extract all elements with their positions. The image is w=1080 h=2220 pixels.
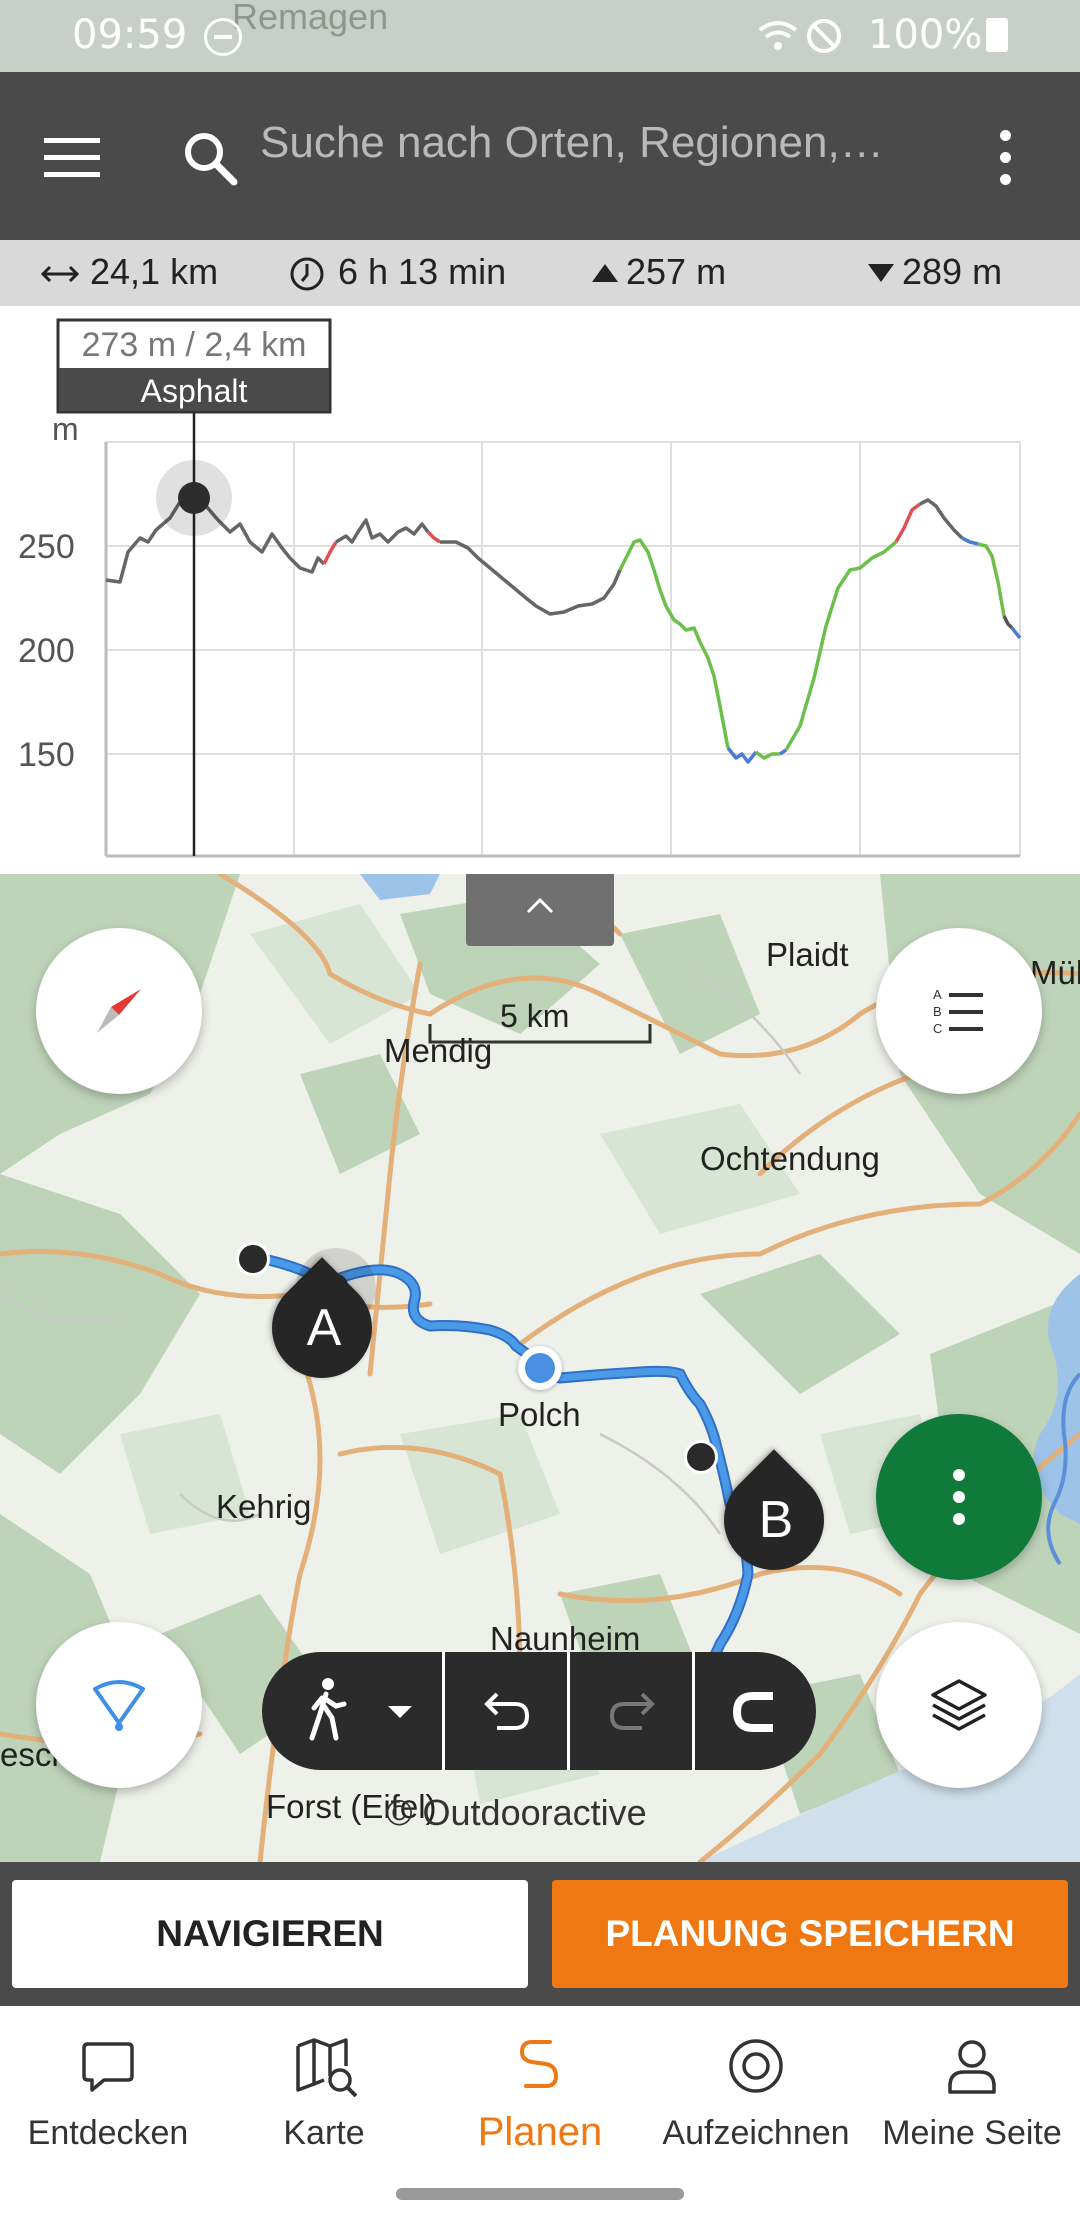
snap-to-route-button[interactable] [695, 1652, 816, 1770]
dropdown-arrow-icon [388, 1706, 412, 1718]
route-waypoint[interactable] [236, 1242, 270, 1276]
battery-icon [986, 18, 1008, 52]
search-input[interactable]: Suche nach Orten, Regionen,… [260, 118, 884, 168]
hiking-icon [309, 1678, 347, 1741]
stat-duration: 6 h 13 min [338, 251, 507, 292]
stat-descent: 289 m [902, 251, 1003, 292]
clock-icon [290, 257, 324, 291]
place-polch: Polch [498, 1396, 581, 1433]
ascent-icon [592, 264, 618, 282]
magnet-icon [733, 1692, 773, 1732]
battery-percent: 100% [868, 12, 983, 58]
map-view[interactable]: 5 km Mendig Plaidt Mülh Ochtendung Polch… [0, 874, 1080, 1862]
map-search-icon [296, 2038, 358, 2098]
profile-icon [948, 2040, 996, 2094]
descent-icon [868, 264, 894, 282]
nav-label: Aufzeichnen [662, 2114, 850, 2152]
undo-button[interactable] [445, 1652, 567, 1770]
redo-button[interactable] [570, 1652, 692, 1770]
svg-text:C: C [933, 1021, 942, 1036]
stat-distance: 24,1 km [90, 251, 219, 292]
map-attribution: © Outdooractive [386, 1792, 647, 1833]
elevation-profile-chart[interactable]: m 250 200 150 273 m / 2,4 km Asphalt [0, 306, 1080, 874]
place-plaidt: Plaidt [766, 936, 849, 973]
redo-icon [609, 1692, 655, 1730]
compass-button[interactable] [36, 928, 202, 1094]
chevron-up-icon [526, 897, 554, 914]
distance-icon [40, 265, 80, 283]
tooltip-surface: Asphalt [141, 373, 248, 409]
compass-icon [97, 989, 141, 1033]
status-time: 09:59 [72, 12, 188, 58]
do-not-disturb-icon [204, 18, 242, 56]
routing-toolbar [262, 1652, 816, 1770]
profile-cursor-dot[interactable] [178, 482, 210, 514]
view-cone-button[interactable] [36, 1622, 202, 1788]
save-plan-button[interactable]: PLANUNG SPEICHERN [552, 1880, 1068, 1988]
elevation-line [105, 492, 1022, 764]
more-actions-button[interactable] [876, 1414, 1042, 1580]
vertical-dots-icon [953, 1469, 965, 1525]
place-ochtendung: Ochtendung [700, 1140, 880, 1177]
waypoint-list-button[interactable]: A B C [876, 928, 1042, 1094]
stat-ascent: 257 m [626, 251, 727, 292]
nav-planen[interactable]: Planen [432, 2030, 648, 2160]
home-indicator[interactable] [396, 2188, 684, 2200]
overflow-menu-icon[interactable] [996, 130, 1016, 186]
view-cone-icon [93, 1680, 145, 1731]
search-icon[interactable] [180, 128, 240, 188]
nav-label: Entdecken [27, 2114, 189, 2152]
route-waypoint[interactable] [684, 1440, 718, 1474]
y-tick-250: 250 [18, 528, 75, 566]
activity-type-selector[interactable] [262, 1652, 442, 1770]
place-kehrig: Kehrig [216, 1488, 312, 1525]
end-marker-label: B [758, 1491, 794, 1549]
start-marker-label: A [306, 1299, 342, 1357]
svg-text:A: A [933, 987, 942, 1002]
map-layers-button[interactable] [876, 1622, 1042, 1788]
layers-icon [931, 1679, 987, 1731]
y-tick-200: 200 [18, 632, 75, 670]
collapse-profile-button[interactable] [466, 874, 614, 946]
tooltip-elevation-distance: 273 m / 2,4 km [82, 326, 307, 364]
chat-bubble-icon [82, 2042, 134, 2092]
undo-icon [484, 1692, 530, 1730]
record-icon [729, 2039, 783, 2093]
nav-meine-seite[interactable]: Meine Seite [864, 2030, 1080, 2160]
status-background-town: Remagen [232, 0, 389, 37]
status-bar: Remagen 09:59 100% [0, 0, 1080, 72]
wifi-dnd-icons [758, 19, 841, 53]
place-mendig: Mendig [384, 1032, 493, 1069]
list-icon: A B C [933, 987, 983, 1036]
svg-text:B: B [933, 1004, 942, 1019]
y-axis-unit: m [52, 411, 79, 447]
nav-karte[interactable]: Karte [216, 2030, 432, 2160]
route-plan-icon [519, 2040, 559, 2088]
nav-label: Planen [477, 2110, 603, 2154]
navigate-button[interactable]: NAVIGIEREN [12, 1880, 528, 1988]
nav-entdecken[interactable]: Entdecken [0, 2030, 216, 2160]
nav-aufzeichnen[interactable]: Aufzeichnen [648, 2030, 864, 2160]
nav-label: Meine Seite [882, 2114, 1062, 2152]
scale-label: 5 km [500, 998, 570, 1034]
menu-icon[interactable] [44, 138, 100, 178]
y-tick-150: 150 [18, 736, 75, 774]
nav-label: Karte [283, 2114, 365, 2152]
current-location-marker [518, 1346, 562, 1390]
